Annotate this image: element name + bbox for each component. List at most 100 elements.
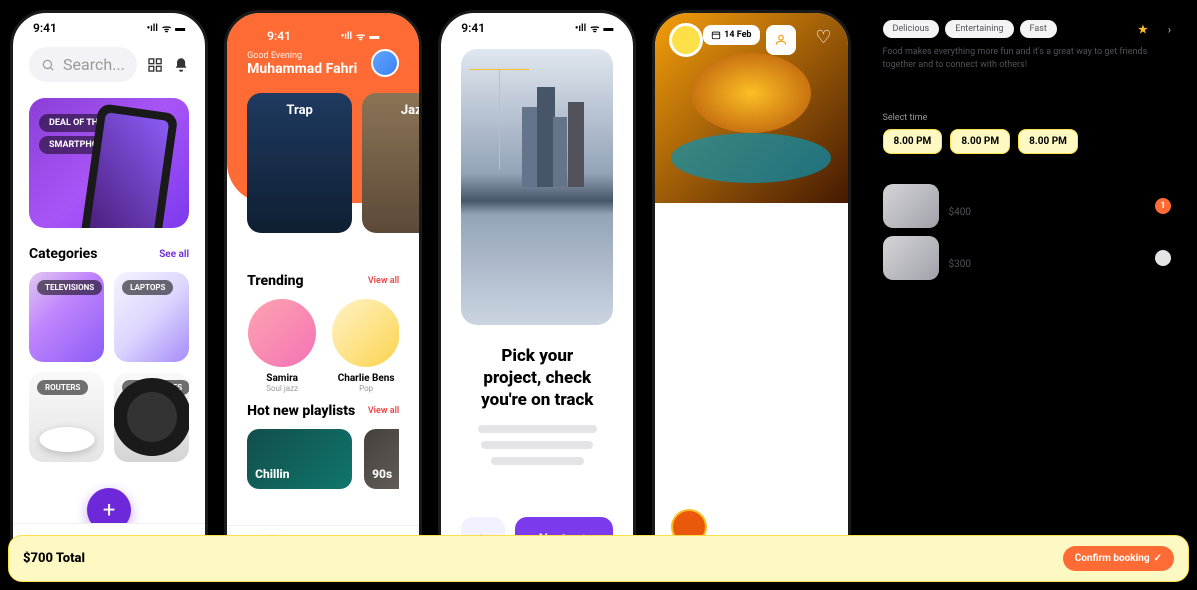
total-price: $700 Total: [23, 551, 85, 566]
host-badge[interactable]: [766, 25, 796, 55]
project-hero-image: [461, 49, 613, 325]
time-slot[interactable]: 8.00 PM: [883, 129, 943, 154]
time-label: Select time: [883, 113, 1172, 123]
confirm-button[interactable]: Confirm booking ✓: [1063, 546, 1174, 571]
category-label: LAPTOPS: [122, 280, 173, 295]
category-label: HEADPHONES: [122, 380, 189, 395]
trending-header: Trending View all: [247, 273, 399, 289]
artist-genre: Pop: [331, 384, 399, 393]
check-icon: ✓: [1154, 553, 1162, 564]
category-card-headphones[interactable]: HEADPHONES: [114, 372, 189, 462]
categories-grid: TELEVISIONS LAPTOPS ROUTERS HEADPHONES: [13, 266, 205, 468]
time-slot[interactable]: 8.00 PM: [1018, 129, 1078, 154]
hero-banner[interactable]: DEAL OF THE WEEK SMARTPHONES: [29, 98, 189, 228]
time-slot[interactable]: 8.00 PM: [950, 129, 1010, 154]
artist-avatar: [332, 299, 399, 367]
skeleton-line: [481, 441, 593, 449]
favorite-button[interactable]: ♡: [815, 27, 831, 48]
trending-title: Trending: [247, 273, 303, 289]
artist-card[interactable]: SamiraSoul jazz: [247, 299, 317, 393]
phone-project: 9:41 •ıllᯤ▬ Pick your project, check you…: [438, 10, 636, 580]
menu-info: Veggie burrito for 4 $400: [949, 194, 1146, 218]
menu-image: [883, 184, 939, 228]
phone-music: 9:41 •ıllᯤ▬ Good Evening Muhammad Fahri …: [224, 10, 422, 580]
qr-icon[interactable]: [147, 56, 163, 74]
bell-icon[interactable]: [173, 56, 189, 74]
skeleton-line: [491, 457, 583, 465]
category-card-laptops[interactable]: LAPTOPS: [114, 272, 189, 362]
category-card-televisions[interactable]: TELEVISIONS: [29, 272, 104, 362]
project-content: Pick your project, check you're on track: [441, 335, 633, 483]
menu-item[interactable]: Lemon chicken for 2 $300: [883, 236, 1172, 280]
quantity-badge[interactable]: 1: [1155, 198, 1171, 214]
menu-item[interactable]: Veggie burrito for 4 $400 1: [883, 184, 1172, 228]
genre-label: Jazz: [401, 103, 422, 118]
menu-name: Lemon chicken for 2: [949, 246, 1146, 257]
status-time: 9:41: [267, 29, 291, 43]
status-time: 9:41: [33, 21, 57, 35]
tag-chip[interactable]: Entertaining: [945, 20, 1013, 38]
status-bar: 9:41 •ıllᯤ▬: [441, 13, 633, 39]
tag-chip[interactable]: Delicious: [883, 20, 940, 38]
star-icon: ★: [1138, 23, 1148, 36]
playlists-header: Hot new playlists View all: [247, 403, 399, 419]
artists-row: SamiraSoul jazz Charlie BensPop RumaIndi…: [247, 299, 399, 393]
stat-label: minimum: [883, 93, 934, 107]
calendar-icon: [711, 30, 721, 40]
phone-shopping: 9:41 •ıllᯤ▬ Search... DEAL OF THE WEEK S…: [10, 10, 208, 580]
playlist-card[interactable]: 90s: [364, 429, 399, 489]
artist-card[interactable]: Charlie BensPop: [331, 299, 399, 393]
tags-row: Delicious Entertaining Fast ★4.5›: [883, 20, 1172, 38]
stat-value: $300: [883, 79, 934, 93]
playlist-card[interactable]: Chillin: [247, 429, 352, 489]
building-decoration: [568, 102, 584, 187]
categories-header: Categories See all: [13, 236, 205, 266]
quantity-badge[interactable]: [1155, 250, 1171, 266]
stat-value: 6 guest: [964, 79, 1018, 93]
phone-booking: 14 Feb ♡ Ruby Daniel: [652, 10, 850, 580]
confirm-label: Confirm booking: [1075, 553, 1150, 564]
stats-row: $300minimum 6 guestmaximum: [883, 79, 1172, 107]
sun-icon: [669, 23, 703, 57]
genre-card-jazz[interactable]: Jazz: [362, 93, 422, 233]
food-image: [691, 53, 811, 133]
crane-decoration: [499, 69, 500, 169]
building-decoration: [522, 107, 537, 187]
menu-image: [883, 236, 939, 280]
playlist-label: 90s: [372, 467, 392, 481]
search-input[interactable]: Search...: [29, 47, 137, 82]
category-label: TELEVISIONS: [37, 280, 102, 295]
description: Food makes everything more fun and it's …: [883, 46, 1172, 71]
category-label: ROUTERS: [37, 380, 88, 395]
menu-price: $300: [949, 259, 1146, 270]
tag-chip[interactable]: Fast: [1020, 20, 1057, 38]
menu-info: Lemon chicken for 2 $300: [949, 246, 1146, 270]
building-decoration: [553, 117, 567, 187]
menus-title: Set Menus: [883, 164, 1172, 178]
artist-avatar: [248, 299, 316, 367]
see-all-link[interactable]: See all: [159, 249, 189, 260]
status-icons: •ıllᯤ▬: [341, 29, 380, 43]
booking-body: Delicious Entertaining Fast ★4.5› Food m…: [867, 10, 1188, 298]
view-all-link[interactable]: View all: [368, 406, 399, 416]
search-row: Search...: [13, 39, 205, 90]
status-icons: •ıllᯤ▬: [575, 21, 614, 35]
status-bar: 9:41 •ıllᯤ▬: [13, 13, 205, 39]
view-all-link[interactable]: View all: [368, 276, 399, 286]
status-time: 9:41: [461, 21, 485, 35]
date-badge[interactable]: 14 Feb: [703, 25, 759, 45]
project-title: Pick your project, check you're on track: [471, 345, 603, 411]
rating[interactable]: ★4.5›: [1138, 23, 1171, 36]
genre-label: Trap: [286, 103, 312, 118]
rating-value: 4.5: [1150, 23, 1166, 36]
artist-genre: Soul jazz: [247, 384, 317, 393]
genre-card-trap[interactable]: Trap: [247, 93, 352, 233]
category-card-routers[interactable]: ROUTERS: [29, 372, 104, 462]
menu-name: Veggie burrito for 4: [949, 194, 1146, 205]
playlists-title: Hot new playlists: [247, 403, 355, 419]
music-body: Trending View all SamiraSoul jazz Charli…: [227, 203, 419, 489]
plate-decoration: [671, 133, 831, 183]
playlist-label: Chillin: [255, 467, 289, 481]
menu-price: $400: [949, 207, 1146, 218]
artist-name: Samira: [247, 373, 317, 384]
